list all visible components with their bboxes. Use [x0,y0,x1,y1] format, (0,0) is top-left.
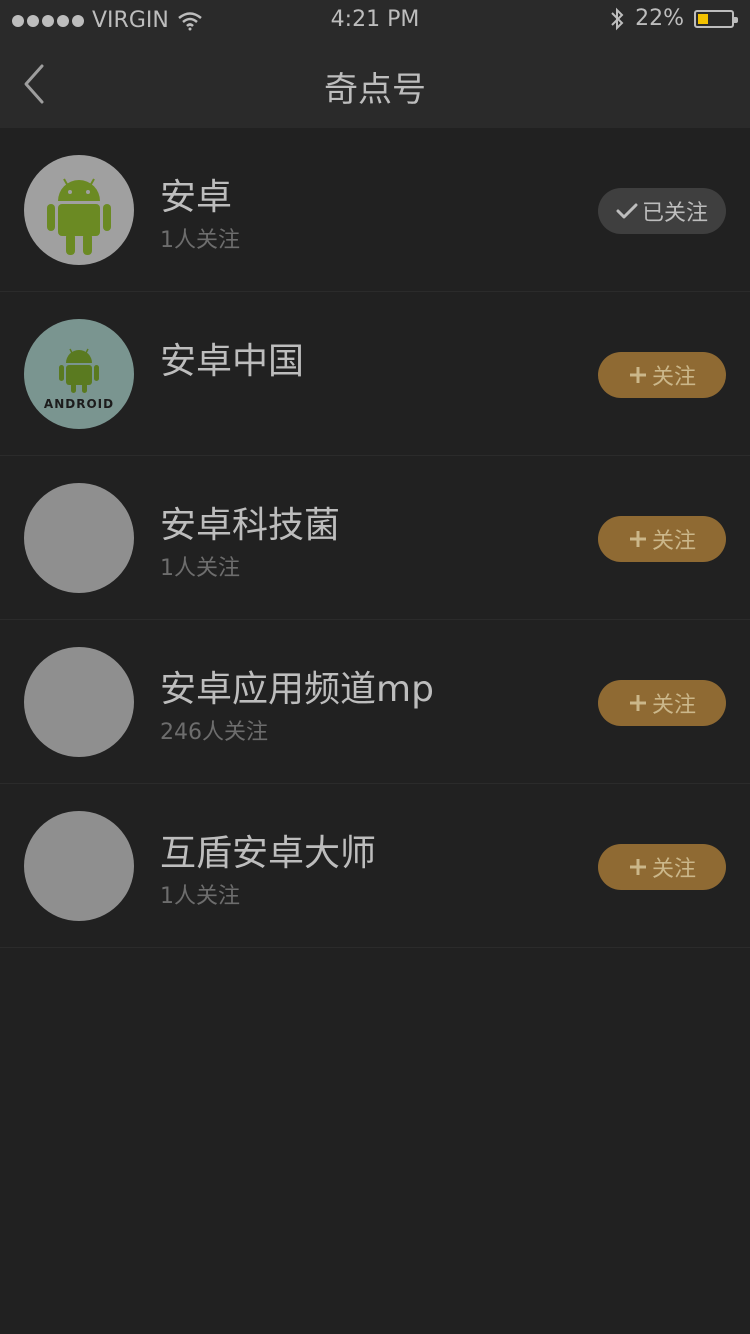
plus-icon [629,695,646,711]
status-bar: VIRGIN 4:21 PM 22% [0,0,750,40]
android-wordmark: ANDROID [44,397,114,411]
avatar [24,811,134,921]
battery-icon [694,9,738,28]
avatar [24,483,134,593]
plus-icon [629,859,646,875]
plus-icon [629,367,646,383]
follow-button-label: 关注 [651,857,696,882]
android-logo-icon: ANDROID [44,348,114,411]
follow-button-label: 关注 [651,693,696,718]
avatar [24,647,134,757]
followed-button[interactable]: 已关注 [598,188,726,234]
follower-count: 1人关注 [160,228,240,253]
avatar [24,155,134,265]
follower-count: 1人关注 [160,556,240,581]
android-robot-icon [47,178,111,255]
navigation-bar: 奇点号 [0,40,750,128]
list-item-account[interactable]: ANDROID 安卓中国 关注 [0,292,750,456]
page-title: 奇点号 [324,70,426,110]
battery-percent: 22% [635,6,684,31]
list-item-account[interactable]: 安卓 1人关注 已关注 [0,128,750,292]
status-right: 22% [609,6,738,31]
followed-button-label: 已关注 [641,201,708,226]
account-name: 安卓应用频道mp [160,669,434,710]
follower-count: 1人关注 [160,884,240,909]
plus-icon [629,531,646,547]
account-name: 安卓中国 [160,341,305,382]
account-name: 安卓科技菌 [160,505,341,546]
follow-button-label: 关注 [651,365,696,390]
list-item-account[interactable]: 安卓科技菌 1人关注 关注 [0,456,750,620]
avatar: ANDROID [24,319,134,429]
list-item-account[interactable]: 安卓应用频道mp 246人关注 关注 [0,620,750,784]
follow-button[interactable]: 关注 [598,680,726,726]
battery-level [698,13,709,24]
follow-button-label: 关注 [651,529,696,554]
list-item-account[interactable]: 互盾安卓大师 1人关注 关注 [0,784,750,948]
follower-count: 246人关注 [160,720,268,745]
follow-button[interactable]: 关注 [598,516,726,562]
account-name: 互盾安卓大师 [160,833,377,874]
account-name: 安卓 [160,177,233,218]
check-icon [616,203,638,219]
follow-button[interactable]: 关注 [598,844,726,890]
follow-button[interactable]: 关注 [598,352,726,398]
bluetooth-icon [611,7,624,30]
account-list: 安卓 1人关注 已关注 ANDROID 安卓中国 关注 安卓科技菌 1人关注 关… [0,128,750,948]
